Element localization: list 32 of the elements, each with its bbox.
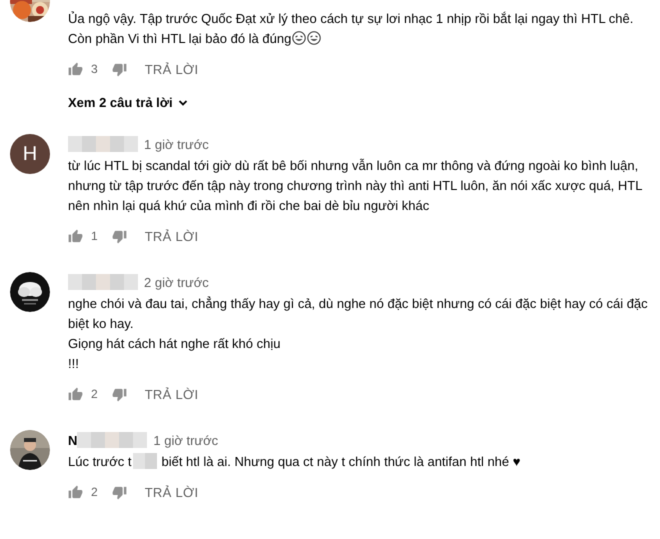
author-name[interactable]: N <box>68 432 78 448</box>
dislike-icon[interactable] <box>112 62 127 76</box>
reply-button[interactable]: TRẢ LỜI <box>144 222 198 250</box>
like-icon[interactable] <box>68 62 83 76</box>
dislike-icon[interactable] <box>112 386 127 402</box>
comment-text: nghe chói và đau tai, chẳng thấy hay gì cả, dù nghe nó đặc biệt nhưng có cái đặc biệt hay có cái đặc biệt ko hay. Giọng hát cách hát nghe rất khó chịu !!! <box>68 295 648 373</box>
comment-time[interactable]: 1 giờ trước <box>153 432 218 448</box>
dislike-icon[interactable] <box>112 484 127 500</box>
laughing-face-icon <box>307 31 322 45</box>
laughing-face-icon <box>292 31 306 45</box>
like-count: 2 <box>91 485 98 499</box>
comment-text: Ủa ngộ vậy. Tập trước Quốc Đạt xử lý theo cách tự sự lơi nhạc 1 nhịp rồi bắt lại ngay thì HTL chê. Còn phần Vi thì HTL lại bảo đó là đúng <box>68 10 634 48</box>
like-count: 2 <box>91 387 98 401</box>
like-count: 1 <box>91 229 98 243</box>
avatar[interactable]: H <box>10 134 50 174</box>
blurred-name <box>68 136 138 152</box>
comment-text: từ lúc HTL bị scandal tới giờ dù rất bê bối nhưng vẫn luôn ca mr thông và đứng ngoài ko bình luận, nhưng từ tập trước đến tập này trong chương trình này thì anti HTL luôn, ăn nói xấc xược quá, HTL nên nhìn lại quá khứ của mình đi rồi che bai dè bỉu người khác <box>68 157 643 215</box>
blurred-name <box>77 432 148 448</box>
comment-time[interactable]: 2 giờ trước <box>144 274 209 290</box>
comment-time[interactable]: 1 giờ trước <box>144 136 209 152</box>
like-icon[interactable] <box>68 228 83 244</box>
comment-text: Lúc trước t biết htl là ai. Nhưng qua ct này t chính thức là antifan htl nhé ♥ <box>68 452 522 471</box>
like-count: 3 <box>91 62 98 76</box>
blurred-name <box>68 274 138 290</box>
blurred-word <box>133 453 158 469</box>
like-icon[interactable] <box>68 484 83 500</box>
like-icon[interactable] <box>68 386 83 402</box>
reply-button[interactable]: TRẢ LỜI <box>144 380 198 408</box>
reply-button[interactable]: TRẢ LỜI <box>144 478 198 506</box>
dislike-icon[interactable] <box>112 228 127 244</box>
view-replies-button[interactable]: Xem 2 câu trả lời <box>68 91 189 114</box>
reply-button[interactable]: TRẢ LỜI <box>144 56 198 82</box>
